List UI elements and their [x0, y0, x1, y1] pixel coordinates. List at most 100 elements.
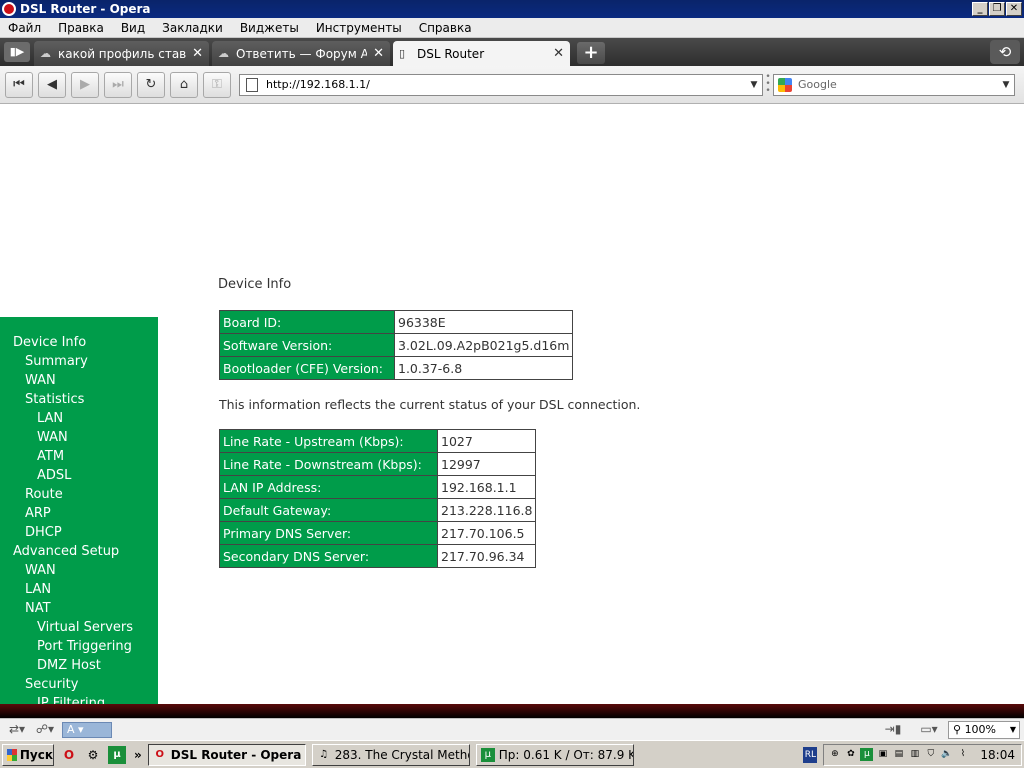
search-field[interactable]: Google ▼ [773, 73, 1015, 96]
torrent-tray-icon[interactable]: μ [860, 748, 874, 761]
close-tab-icon[interactable]: ✕ [192, 46, 203, 61]
windows-logo-icon [7, 748, 17, 761]
sidebar-item-dmz-host[interactable]: DMZ Host [0, 656, 133, 675]
table-value: 1027 [436, 429, 537, 453]
sidebar-nav: Device Info Summary WAN Statistics LAN WAN ATM… [0, 333, 133, 704]
wifi-icon[interactable]: ⌇ [956, 748, 969, 761]
forward-button[interactable]: ▶ [71, 71, 99, 98]
close-window-button[interactable]: ✕ [1006, 2, 1022, 16]
table-key: Bootloader (CFE) Version: [219, 356, 395, 380]
back-button[interactable]: ◀ [38, 71, 66, 98]
chevron-down-icon[interactable]: ▼ [998, 80, 1014, 90]
page-content: Device Info Summary WAN Statistics LAN WAN ATM… [0, 104, 1024, 704]
rewind-button[interactable]: ⏮ [5, 71, 33, 98]
tab-dsl-router[interactable]: ▯ DSL Router ✕ [393, 41, 570, 66]
sidebar-item-security[interactable]: Security [0, 675, 133, 694]
opera-icon: O [155, 748, 165, 760]
sidebar-item-wan[interactable]: WAN [0, 428, 133, 447]
menu-file[interactable]: Файл [0, 21, 50, 35]
menu-view[interactable]: Вид [113, 21, 154, 35]
connection-icon[interactable]: ▤ [892, 748, 905, 761]
display-icon[interactable]: ▣ [876, 748, 889, 761]
tab-label: Ответить — Форум АД... [236, 46, 368, 61]
table-value: 96338E [393, 310, 574, 334]
taskbar-item-label: 283. The Crystal Method... [334, 747, 469, 762]
menu-tools[interactable]: Инструменты [308, 21, 411, 35]
sidebar-item-advanced-setup[interactable]: Advanced Setup [0, 542, 133, 561]
menu-widgets[interactable]: Виджеты [232, 21, 308, 35]
sidebar-item-ip-filtering[interactable]: IP Filtering [0, 694, 133, 704]
new-tab-button[interactable]: + [577, 42, 605, 64]
address-bar[interactable]: http://192.168.1.1/ ▼ [239, 73, 763, 96]
tab-forum-reply[interactable]: ☁ Ответить — Форум АД... ✕ [212, 41, 390, 66]
reload-button[interactable]: ↻ [137, 71, 165, 98]
table-key: Primary DNS Server: [219, 521, 438, 545]
quicklaunch-torrent-icon[interactable]: μ [108, 745, 126, 764]
menu-help[interactable]: Справка [411, 21, 481, 35]
chevron-down-icon[interactable]: ▼ [1007, 722, 1019, 738]
toolbar-grip[interactable]: • • • [765, 72, 771, 96]
opera-logo-icon [2, 2, 16, 16]
taskbar-item-label: DSL Router - Opera [170, 747, 302, 762]
address-url[interactable]: http://192.168.1.1/ [266, 78, 746, 91]
page-title: Device Info [218, 277, 292, 292]
sidebar-item-dhcp[interactable]: DHCP [0, 523, 133, 542]
search-icon: ⚲ [953, 722, 965, 736]
sidebar-item-summary[interactable]: Summary [0, 352, 133, 371]
forum-favicon-icon: ☁ [40, 46, 51, 60]
unite-icon[interactable]: ☍▾ [34, 722, 56, 738]
sidebar-item-nat[interactable]: NAT [0, 599, 133, 618]
quicklaunch-more-icon[interactable]: » [134, 748, 142, 762]
sidebar-item-route[interactable]: Route [0, 485, 133, 504]
network-icon[interactable]: ⊕ [828, 748, 841, 761]
sidebar-item-lan[interactable]: LAN [0, 580, 133, 599]
table-row: Software Version: 3.02L.09.A2pB021g5.d16… [219, 333, 574, 357]
search-placeholder[interactable]: Google [798, 78, 837, 91]
volume-icon[interactable]: 🔈 [940, 748, 953, 761]
table-value: 192.168.1.1 [436, 475, 537, 499]
restore-button[interactable]: ❐ [989, 2, 1005, 16]
fit-width-icon[interactable]: ⇥▮ [882, 722, 904, 738]
zoom-selector[interactable]: ⚲ 100% ▼ [948, 720, 1020, 739]
view-mode-selector[interactable]: A ▾ [62, 721, 112, 738]
shield-icon[interactable]: ⛉ [924, 748, 937, 761]
page-icon [246, 77, 258, 92]
sidebar-item-adsl[interactable]: ADSL [0, 466, 133, 485]
sidebar-item-wan[interactable]: WAN [0, 561, 133, 580]
chevron-down-icon[interactable]: ▼ [746, 80, 762, 90]
sidebar-item-virtual-servers[interactable]: Virtual Servers [0, 618, 133, 637]
close-tab-icon[interactable]: ✕ [553, 46, 564, 61]
taskbar-item-opera[interactable]: O DSL Router - Opera [147, 743, 306, 766]
tab-forum-profile[interactable]: ☁ какой профиль ставит... ✕ [34, 41, 209, 66]
sidebar-item-port-triggering[interactable]: Port Triggering [0, 637, 133, 656]
antivirus-icon[interactable]: ✿ [844, 748, 857, 761]
language-indicator[interactable]: RL [803, 746, 818, 763]
sidebar-item-lan[interactable]: LAN [0, 409, 133, 428]
fast-forward-button[interactable]: ⏭ [104, 71, 132, 98]
sidebar-item-atm[interactable]: ATM [0, 447, 133, 466]
sync-icon[interactable]: ⇄▾ [6, 722, 28, 738]
sidebar-item-statistics[interactable]: Statistics [0, 390, 133, 409]
sidebar-item-wan[interactable]: WAN [0, 371, 133, 390]
printer-icon[interactable]: ▥ [908, 748, 921, 761]
start-button[interactable]: Пуск [2, 743, 54, 766]
clock: 18:04 [980, 747, 1015, 762]
home-button[interactable]: ⌂ [170, 71, 198, 98]
security-key-icon[interactable]: ⚿ [203, 71, 231, 98]
sidebar-item-device-info[interactable]: Device Info [0, 333, 133, 352]
table-value: 3.02L.09.A2pB021g5.d16m [393, 333, 574, 357]
taskbar-item-torrent[interactable]: μ Пр: 0.61 K / От: 87.9 K ... [475, 743, 634, 766]
images-toggle-icon[interactable]: ▭▾ [918, 722, 940, 738]
minimize-button[interactable]: _ [972, 2, 988, 16]
tab-label: DSL Router [417, 46, 485, 61]
sidebar-item-arp[interactable]: ARP [0, 504, 133, 523]
panel-toggle-button[interactable]: ▮▶ [4, 42, 30, 62]
menu-edit[interactable]: Правка [50, 21, 113, 35]
closed-tabs-icon[interactable]: ⟲ [990, 40, 1020, 64]
taskbar-item-player[interactable]: ♫ 283. The Crystal Method... [311, 743, 470, 766]
table-row: Bootloader (CFE) Version: 1.0.37-6.8 [219, 356, 574, 380]
quicklaunch-app-icon[interactable]: ⚙ [84, 746, 102, 764]
close-tab-icon[interactable]: ✕ [373, 46, 384, 61]
menu-bookmarks[interactable]: Закладки [154, 21, 232, 35]
quicklaunch-opera-icon[interactable]: O [60, 746, 78, 764]
